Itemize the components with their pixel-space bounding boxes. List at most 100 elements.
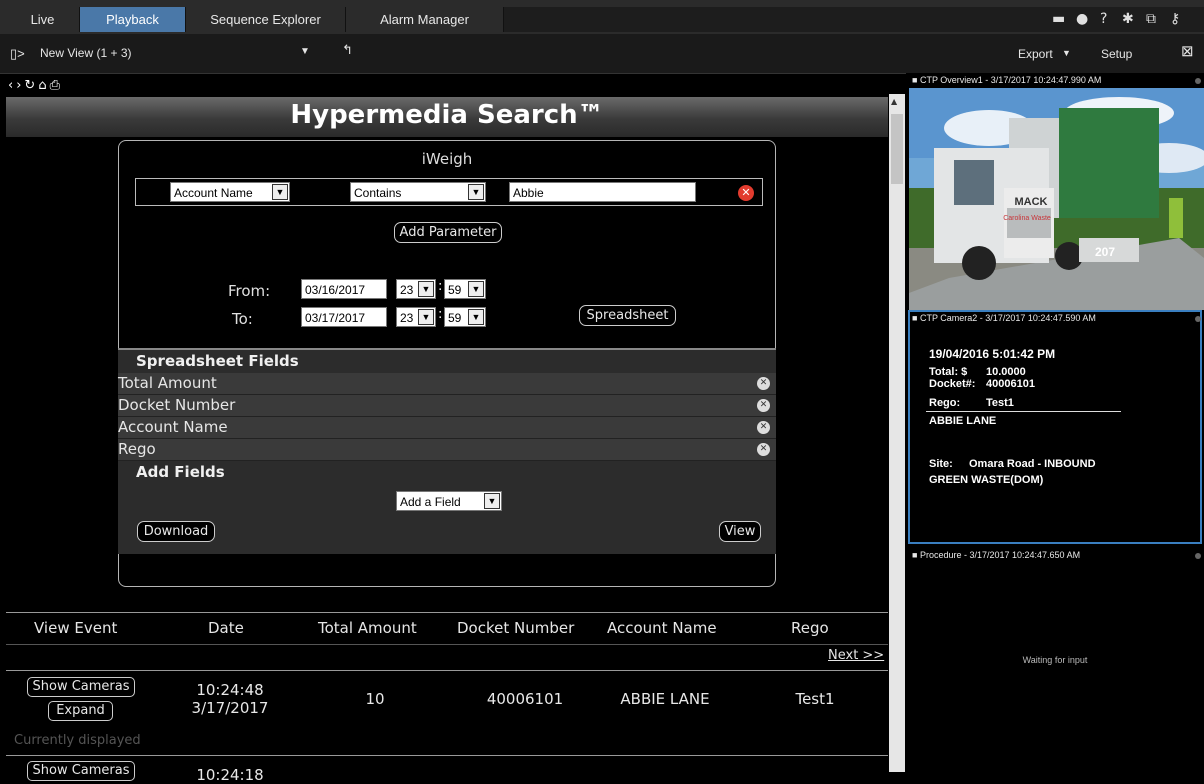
time-colon: :: [438, 307, 443, 322]
browser-nav: ‹›↻⌂⎙: [8, 78, 63, 93]
parameter-value-text: Abbie: [513, 186, 544, 200]
scrollbar-thumb[interactable]: [891, 114, 903, 184]
chevron-down-icon: ▼: [468, 184, 484, 200]
to-hour-value: 23: [400, 311, 414, 325]
camera-title: ■ CTP Overview1 - 3/17/2017 10:24:47.990…: [912, 74, 1101, 87]
view-dropdown-icon[interactable]: ▼: [300, 46, 310, 57]
key-icon[interactable]: ⚷: [1170, 11, 1180, 27]
add-parameter-button[interactable]: Add Parameter: [394, 222, 502, 243]
monitor-icon[interactable]: ▬: [1052, 11, 1065, 27]
receipt-site-label: Site:: [929, 458, 953, 470]
camera-title-text: CTP Camera2 - 3/17/2017 10:24:47.590 AM: [919, 313, 1096, 323]
from-date-input[interactable]: 03/16/2017: [301, 279, 387, 299]
remove-field-icon[interactable]: ✕: [757, 377, 770, 390]
remove-field-icon[interactable]: ✕: [757, 399, 770, 412]
column-header-rego: Rego: [791, 619, 829, 637]
receipt-total-value: 10.0000: [986, 366, 1026, 378]
parameter-field-select[interactable]: Account Name ▼: [170, 182, 290, 202]
chevron-down-icon: ▼: [418, 309, 434, 325]
window-icon[interactable]: ⧉: [1146, 11, 1156, 27]
settings-gear-icon[interactable]: ✱: [1122, 11, 1134, 27]
scroll-up-icon[interactable]: ▲: [891, 97, 897, 106]
to-date-input[interactable]: 03/17/2017: [301, 307, 387, 327]
panel-title: iWeigh: [421, 150, 473, 168]
spreadsheet-field-item: Docket Number ✕: [118, 395, 776, 417]
receipt-rego-value: Test1: [986, 397, 1014, 409]
undo-arrow-icon[interactable]: ↰: [342, 42, 353, 58]
export-button[interactable]: Export: [1018, 47, 1053, 61]
to-minute-value: 59: [448, 311, 462, 325]
row-account-name: ABBIE LANE: [620, 690, 710, 708]
expand-button[interactable]: Expand: [48, 701, 113, 721]
tab-alarm-manager[interactable]: Alarm Manager: [346, 7, 504, 32]
status-dot-icon: [1195, 316, 1201, 322]
truck-brand-text: MACK: [1015, 196, 1048, 208]
camera-title: ■ CTP Camera2 - 3/17/2017 10:24:47.590 A…: [912, 312, 1096, 325]
from-hour-select[interactable]: 23 ▼: [396, 279, 436, 299]
row-divider: [6, 755, 888, 756]
tab-live[interactable]: Live: [6, 7, 80, 32]
parameter-operator-select[interactable]: Contains ▼: [350, 182, 486, 202]
chevron-down-icon: ▼: [468, 281, 484, 297]
spreadsheet-field-item: Total Amount ✕: [118, 373, 776, 395]
to-label: To:: [232, 310, 253, 328]
parameter-value-input[interactable]: Abbie: [509, 182, 696, 202]
chevron-down-icon: ▼: [418, 281, 434, 297]
home-icon[interactable]: ⌂: [38, 78, 49, 93]
main-tab-bar: Live Playback Sequence Explorer Alarm Ma…: [0, 0, 1204, 34]
tab-playback[interactable]: Playback: [80, 7, 186, 32]
currently-displayed-label: Currently displayed: [14, 733, 141, 748]
export-dropdown-icon[interactable]: ▼: [1062, 48, 1071, 58]
receipt-divider: [926, 411, 1121, 412]
selected-camera-frame[interactable]: [908, 310, 1202, 544]
remove-field-icon[interactable]: ✕: [757, 421, 770, 434]
receipt-material: GREEN WASTE(DOM): [929, 474, 1044, 486]
field-label: Account Name: [118, 418, 228, 436]
remove-parameter-icon[interactable]: ✕: [738, 185, 754, 201]
show-cameras-button[interactable]: Show Cameras: [27, 677, 135, 697]
camera-icon: ■: [912, 313, 918, 323]
toggle-panel-icon[interactable]: ▯>: [10, 46, 25, 62]
receipt-timestamp: 19/04/2016 5:01:42 PM: [929, 347, 1056, 361]
table-top-line: [6, 612, 888, 613]
truck-decal-text: Carolina Waste: [1003, 215, 1051, 222]
parameter-operator-value: Contains: [354, 186, 402, 200]
from-hour-value: 23: [400, 283, 414, 297]
download-button[interactable]: Download: [137, 521, 215, 542]
field-label: Rego: [118, 440, 156, 458]
tab-sequence-explorer[interactable]: Sequence Explorer: [186, 7, 346, 32]
view-button[interactable]: View: [719, 521, 761, 542]
camera-feed-overview[interactable]: MACK Carolina Waste 207: [909, 88, 1204, 310]
next-page-link[interactable]: Next >>: [828, 648, 884, 663]
row-rego: Test1: [795, 690, 835, 708]
row-docket-number: 40006101: [486, 690, 564, 708]
from-minute-select[interactable]: 59 ▼: [444, 279, 486, 299]
from-minute-value: 59: [448, 283, 462, 297]
column-header-docket-number: Docket Number: [457, 619, 575, 637]
to-hour-select[interactable]: 23 ▼: [396, 307, 436, 327]
camera-waiting-status: Waiting for input: [1022, 655, 1088, 665]
camera-title-text: Procedure - 3/17/2017 10:24:47.650 AM: [919, 550, 1081, 560]
chevron-down-icon: ▼: [484, 493, 500, 509]
field-label: Docket Number: [118, 396, 236, 414]
add-field-select[interactable]: Add a Field ▼: [396, 491, 502, 511]
tab-strip-empty: [504, 7, 1204, 32]
help-icon[interactable]: ?: [1100, 11, 1107, 27]
fullscreen-icon[interactable]: ⊠: [1181, 42, 1194, 60]
remove-field-icon[interactable]: ✕: [757, 443, 770, 456]
column-header-date: Date: [208, 619, 244, 637]
back-icon[interactable]: ‹: [8, 78, 16, 93]
connection-icon[interactable]: ●: [1076, 11, 1088, 27]
camera-icon: ■: [912, 550, 918, 560]
time-colon: :: [438, 279, 443, 294]
to-minute-select[interactable]: 59 ▼: [444, 307, 486, 327]
show-cameras-button[interactable]: Show Cameras: [27, 761, 135, 781]
spreadsheet-button[interactable]: Spreadsheet: [579, 305, 676, 326]
refresh-icon[interactable]: ↻: [24, 78, 38, 93]
view-name[interactable]: New View (1 + 3): [40, 46, 131, 60]
column-header-account-name: Account Name: [607, 619, 717, 637]
parameter-field-value: Account Name: [174, 186, 253, 200]
print-icon[interactable]: ⎙: [50, 78, 63, 93]
setup-button[interactable]: Setup: [1101, 47, 1132, 61]
vertical-scrollbar[interactable]: [889, 94, 905, 772]
